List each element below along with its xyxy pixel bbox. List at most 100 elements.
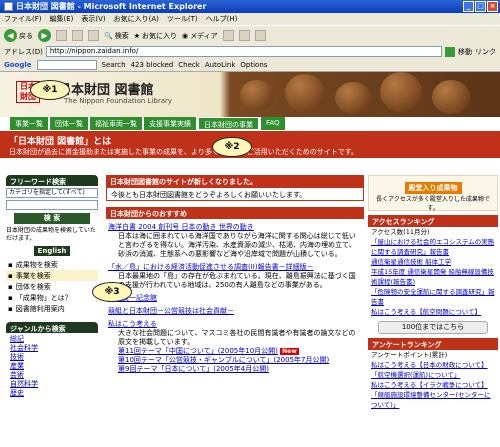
home-icon[interactable] (88, 30, 99, 41)
topic-item[interactable]: 第9回テーマ「日本について」(2005年4月公開) (118, 365, 362, 374)
tab-foundation-projects[interactable]: 日本財団の事業 (198, 117, 259, 130)
google-search-input[interactable] (36, 59, 97, 70)
go-label[interactable]: 移動 (458, 47, 472, 57)
menu-view[interactable]: 表示(V) (81, 14, 105, 24)
tab-organizations[interactable]: 団体一覧 (50, 117, 88, 130)
recommendation-desc: 大きな社会問題について、マスコミ各社の民間有識者や有識者の論文などの原文を掲載し… (118, 329, 356, 346)
notice-heading: 日本財団図書館のサイトが新しくなりました。 (106, 175, 364, 187)
freeword-input[interactable] (6, 200, 98, 210)
sidebar-item-search-organizations[interactable]: ▪ 団体を検索 (6, 281, 98, 292)
survey-item[interactable]: 私はこう考える【日本の財政について】 (371, 360, 495, 370)
survey-item[interactable]: 「競艇施設環境整備センター(センターについて)」 (371, 390, 495, 410)
sidebar-item-library-guide[interactable]: ▪ 図書館利用案内 (6, 303, 98, 314)
search-button[interactable]: 🔍 検索 (104, 31, 129, 41)
topic-item[interactable]: 第10回テーマ「公営競技・ギャンブルについて」(2005年7月公開) (118, 356, 362, 365)
bullet-icon: ▪ (8, 271, 13, 280)
left-sidebar: フリーワード検索 カテゴリを指定して(すべて) 検 索 日本財団の成果物を検索し… (6, 175, 98, 400)
genre-link[interactable]: 技術 (10, 353, 94, 362)
search-help-text: 日本財団の成果物を検索していただけます。 (6, 227, 96, 242)
stop-icon[interactable] (56, 30, 67, 41)
refresh-icon[interactable] (72, 30, 83, 41)
survey-ranking-heading: アンケートランキング (368, 338, 498, 350)
mail-icon[interactable] (238, 30, 250, 41)
english-button[interactable]: English (34, 246, 70, 256)
bullet-icon: ▪ (8, 304, 13, 313)
right-sidebar: 殿堂入り成果物 長くアクセスが多く殿堂入りした成果物です。 アクセスランキング … (368, 175, 498, 410)
chestnut-image (335, 82, 371, 114)
chestnut-image (240, 80, 274, 110)
notice-text: 今後とも日本財団図書館をどうぞよろしくお願いいたします。 (106, 187, 364, 201)
forward-button[interactable]: ▶ (38, 29, 51, 42)
go-icon[interactable] (445, 46, 455, 57)
genre-link[interactable]: 自然科学 (10, 380, 94, 389)
bullet-icon: ▪ (8, 282, 13, 291)
hall-of-fame-button[interactable]: 殿堂入り成果物 (404, 182, 462, 194)
ranking-item[interactable]: 私はこう考える【航空問題について】 (371, 307, 495, 317)
menu-file[interactable]: ファイル(F) (4, 14, 42, 24)
maximize-button[interactable]: □ (475, 1, 486, 12)
genre-link[interactable]: 総記 (10, 335, 94, 344)
genre-link[interactable]: 歴史 (10, 389, 94, 398)
popup-blocked-count[interactable]: 423 blocked (131, 61, 174, 69)
address-input[interactable]: http://nippon.zaidan.info/ (45, 46, 442, 57)
tab-faq[interactable]: FAQ (261, 117, 285, 130)
site-nav: 事業一覧 団体一覧 福祉車両一覧 支援事業実績 日本財団の事業 FAQ (10, 117, 500, 131)
bullet-icon: ▪ (8, 260, 13, 269)
bullet-icon: ▪ (8, 293, 13, 302)
recommendation-desc: 日本は海に囲まれている海洋国でありながら海洋に関する関心は総じて低いと言わざるを… (118, 232, 356, 258)
menu-favorites[interactable]: お気に入り(A) (114, 14, 159, 24)
google-search-button[interactable]: Search (102, 61, 126, 69)
minimize-button[interactable]: _ (463, 1, 474, 12)
site-subtitle: The Nippon Foundation Library (64, 97, 173, 105)
autolink-button[interactable]: AutoLink (205, 61, 236, 69)
recommendation-link[interactable]: 競艇と日本財団－公営競技は社会貢献－ (108, 306, 362, 316)
close-button[interactable]: × (487, 1, 498, 12)
print-icon[interactable] (254, 30, 266, 41)
genre-link[interactable]: 産業 (10, 362, 94, 371)
recommendation-link[interactable]: 「水／島」における経済活動促進させる調査(II)報告書－詳細版－ (108, 262, 362, 272)
menu-edit[interactable]: 編集(E) (50, 14, 74, 24)
callout-3: ※3 (92, 282, 132, 302)
search-icon: 🔍 (104, 31, 113, 40)
sidebar-item-search-projects[interactable]: ▪ 事業を検索 (6, 270, 98, 281)
options-button[interactable]: Options (240, 61, 267, 69)
genre-link[interactable]: 芸術 (10, 371, 94, 380)
tab-projects[interactable]: 事業一覧 (10, 117, 48, 130)
menu-help[interactable]: ヘルプ(H) (206, 14, 238, 24)
ie-page-icon (4, 2, 13, 11)
google-toolbar: Google Search 423 blocked Check AutoLink… (0, 58, 500, 72)
tab-support-results[interactable]: 支援事業実績 (144, 117, 196, 130)
ranking-item[interactable]: 通信衛星通信技術 船体工学 (371, 257, 495, 267)
history-icon[interactable] (222, 30, 234, 41)
sidebar-item-search-products[interactable]: ▪ 成果物を検索 (6, 259, 98, 270)
category-select[interactable]: カテゴリを指定して(すべて) (6, 188, 98, 198)
top100-button[interactable]: 100位まではこちら (378, 321, 488, 334)
address-bar: アドレス(D) http://nippon.zaidan.info/ 移動 リン… (0, 45, 500, 58)
genre-link[interactable]: 社会科学 (10, 344, 94, 353)
ranking-item[interactable]: 「危険物の安全運航に関する調査研究」報告書 (371, 287, 495, 307)
recommendation-link[interactable]: 笹川良一記念館 (108, 293, 362, 303)
menu-tools[interactable]: ツール(T) (167, 14, 198, 24)
tab-welfare-vehicles[interactable]: 福祉車両一覧 (90, 117, 142, 130)
back-button[interactable]: ◀ 戻る (4, 29, 33, 42)
site-header: 日本財団 日本財団 図書館 The Nippon Foundation Libr… (0, 72, 500, 117)
ranking-item[interactable]: 「屋山における社会的エコシステムの実態に関する調査研究」報告書 (371, 237, 495, 257)
media-button[interactable]: ◉ メディア (182, 31, 218, 41)
recommendation-link[interactable]: 私はこう考える (108, 319, 362, 329)
media-icon: ◉ (182, 31, 189, 40)
survey-item[interactable]: 「航空機選択(運航)について」 (371, 370, 495, 380)
hall-of-fame-box[interactable]: 殿堂入り成果物 長くアクセスが多く殿堂入りした成果物です。 (368, 175, 498, 212)
favorites-button[interactable]: ★ お気に入り (134, 31, 177, 41)
recommendation-link[interactable]: 海洋白書 2004 創刊号 日本の動き 世界の動き (108, 222, 362, 232)
ranking-item[interactable]: 平成15年度 通信衛星開発 船舶無線設備技術課程(報告書) (371, 267, 495, 287)
main-content: 日本財団図書館のサイトが新しくなりました。 今後とも日本財団図書館をどうぞよろし… (106, 175, 364, 377)
sidebar-item-what-are-products[interactable]: ▪ 「成果物」とは？ (6, 292, 98, 303)
survey-item[interactable]: 私はこう考える【イラク戦争について】 (371, 380, 495, 390)
menu-bar: ファイル(F) 編集(E) 表示(V) お気に入り(A) ツール(T) ヘルプ(… (0, 13, 500, 25)
callout-1: ※1 (30, 80, 70, 100)
search-submit-button[interactable]: 検 索 (14, 213, 90, 224)
survey-period: アンケートポイント(累計) (371, 351, 448, 359)
links-label[interactable]: リンク (475, 47, 496, 57)
topic-item: 第11回テーマ「中国について」(2005年10月公開) New (118, 347, 299, 355)
spell-check-button[interactable]: Check (178, 61, 200, 69)
